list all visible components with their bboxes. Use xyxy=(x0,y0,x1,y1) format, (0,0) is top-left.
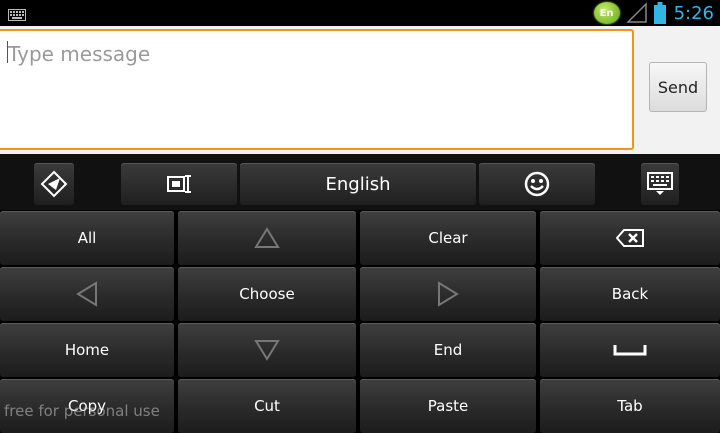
key-all[interactable]: All xyxy=(0,211,174,265)
settings-logo-button[interactable] xyxy=(34,163,74,205)
key-right[interactable] xyxy=(360,267,536,321)
down-arrow-icon xyxy=(254,340,280,361)
key-clear[interactable]: Clear xyxy=(360,211,536,265)
key-cut[interactable]: Cut xyxy=(178,379,356,433)
key-back[interactable]: Back xyxy=(540,267,720,321)
signal-icon xyxy=(625,2,647,23)
space-icon xyxy=(613,345,647,356)
right-arrow-icon xyxy=(438,281,459,307)
backspace-icon xyxy=(616,229,644,247)
key-home[interactable]: Home xyxy=(0,323,174,377)
keyboard-notification-icon xyxy=(8,6,26,25)
keyboard-toolbar: English xyxy=(0,154,720,210)
hide-keyboard-icon xyxy=(647,172,673,195)
key-down[interactable] xyxy=(178,323,356,377)
emoji-button[interactable] xyxy=(479,163,595,205)
key-paste[interactable]: Paste xyxy=(360,379,536,433)
key-space[interactable] xyxy=(540,323,720,377)
message-box[interactable] xyxy=(0,29,634,150)
left-arrow-icon xyxy=(76,281,97,307)
battery-icon xyxy=(653,2,666,24)
language-badge-icon: En xyxy=(593,2,620,24)
up-arrow-icon xyxy=(254,227,280,248)
key-copy[interactable]: Copy xyxy=(0,379,174,433)
text-cursor xyxy=(7,41,8,63)
status-bar: En 5:26 xyxy=(0,0,720,26)
smiley-icon xyxy=(524,171,550,197)
settings-logo-icon xyxy=(40,170,68,198)
key-left[interactable] xyxy=(0,267,174,321)
clock: 5:26 xyxy=(673,2,714,24)
hide-keyboard-button[interactable] xyxy=(641,163,679,205)
layout-switch-button[interactable] xyxy=(121,163,237,205)
key-up[interactable] xyxy=(178,211,356,265)
compose-area: Send xyxy=(0,26,720,154)
layout-switch-icon xyxy=(167,175,191,193)
key-end[interactable]: End xyxy=(360,323,536,377)
language-button[interactable]: English xyxy=(240,163,476,205)
key-tab[interactable]: Tab xyxy=(540,379,720,433)
message-input[interactable] xyxy=(0,31,620,71)
send-button[interactable]: Send xyxy=(649,62,707,112)
key-choose[interactable]: Choose xyxy=(178,267,356,321)
key-backspace[interactable] xyxy=(540,211,720,265)
